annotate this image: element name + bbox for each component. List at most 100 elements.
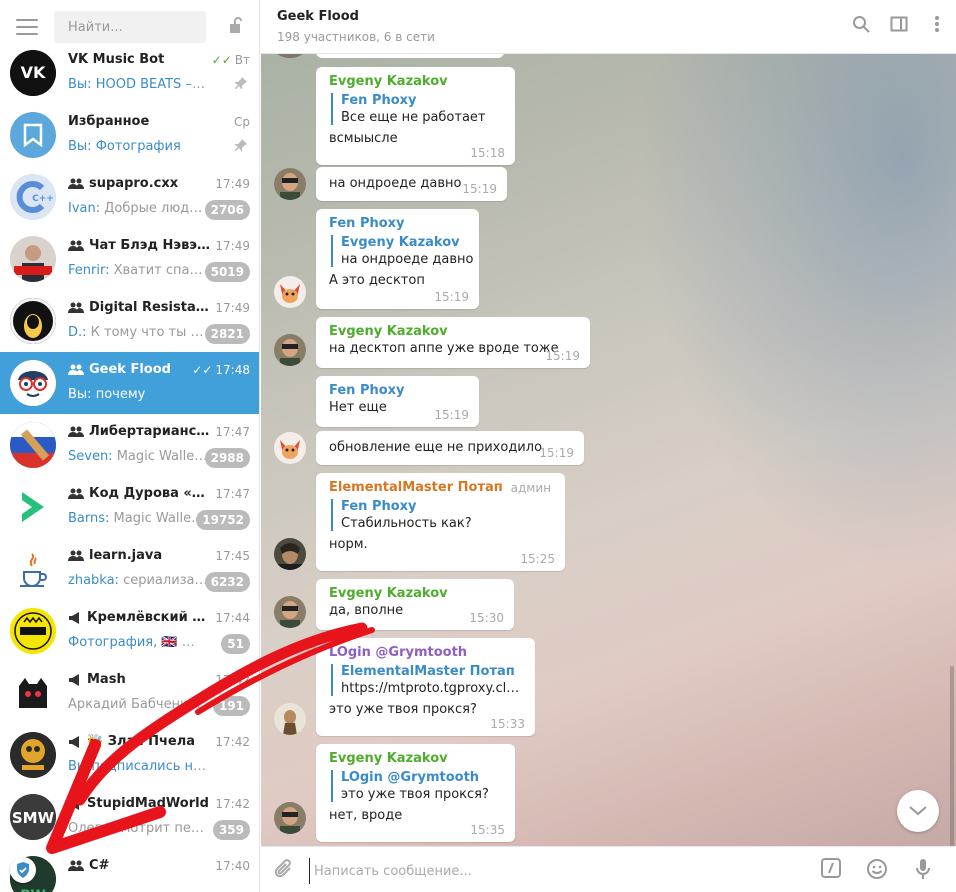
chat-item-digital-resistance[interactable]: Digital Resistance... 17:49 D.: К тому ч…	[0, 290, 259, 352]
message-text: это уже твоя прокся?	[329, 702, 477, 717]
chat-item-zlaya-pchela[interactable]: 🐝 Злая Пчела 17:42 Вы подписались на кан…	[0, 724, 259, 786]
chat-preview: Ivan: Добрые люди, ...	[68, 201, 208, 216]
message-sender[interactable]: Evgeny Kazakov	[329, 751, 503, 766]
chat-preview: Fenrir: Хватит спами...	[68, 263, 208, 278]
unread-badge: 5019	[204, 262, 250, 282]
avatar	[10, 732, 56, 778]
unread-badge: 191	[212, 696, 250, 716]
more-options-icon[interactable]	[918, 15, 956, 33]
message-bubble[interactable]: Fen Phoxy Нет еще 15:19	[316, 376, 479, 427]
message-text: обновление еще не приходило	[329, 440, 543, 455]
reply-author: Fen Phoxy	[341, 499, 417, 514]
avatar	[10, 298, 56, 344]
microphone-icon[interactable]	[900, 858, 946, 880]
chat-item-geek-flood[interactable]: Geek Flood ✓✓ 17:48 Вы: почему	[0, 352, 259, 414]
chat-item-kremlin[interactable]: Кремлёвский ма... 17:44 Фотография, 🇬🇧 🖼…	[0, 600, 259, 662]
chat-item-stupidmadworld[interactable]: SMW StupidMadWorld 17:42 Олега смотрит п…	[0, 786, 259, 848]
message-bubble[interactable]: Fen Phoxy Evgeny Kazakov на ондроеде дав…	[316, 209, 479, 309]
chat-item-saved-messages[interactable]: Избранное Ср Вы: Фотография	[0, 104, 259, 166]
sender-avatar[interactable]	[274, 168, 306, 200]
message-bubble[interactable]: Evgeny Kazakov на десктоп аппе уже вроде…	[316, 317, 590, 368]
sender-avatar[interactable]	[274, 596, 306, 628]
chat-preview: Вы: HOOD BEATS – ухо...	[68, 77, 208, 92]
message-sender[interactable]: Evgeny Kazakov	[329, 324, 578, 339]
megaphone-icon	[68, 735, 82, 748]
svg-text:SMW: SMW	[12, 809, 55, 827]
chat-name: VK Music Bot	[68, 52, 165, 67]
message-sender[interactable]: Evgeny Kazakov	[329, 74, 503, 89]
message-bubble[interactable]: ElementalMaster Потап админ Fen Phoxy Ст…	[316, 473, 565, 571]
message-sender[interactable]: Fen Phoxy	[329, 383, 467, 398]
chat-item-learn-java[interactable]: learn.java 17:45 zhabka: сериализац... 6…	[0, 538, 259, 600]
unread-badge: 19752	[196, 510, 250, 530]
proxy-shield-icon[interactable]	[10, 857, 36, 883]
chat-preview: Аркадий Бабченко ...	[68, 697, 208, 712]
chat-list-sidebar: VK VK Music Bot ✓✓Вт Вы: HOOD BEATS – ух…	[0, 0, 260, 892]
reply-quote[interactable]: Evgeny Kazakov на ондроеде давно	[331, 235, 473, 267]
chat-item-kod-durova[interactable]: Код Дурова «Чат» 17:47 Barns: Magic Wall…	[0, 476, 259, 538]
chat-time: 17:45	[215, 549, 250, 563]
emoji-icon[interactable]	[854, 858, 900, 880]
message-bubble[interactable]: Evgeny Kazakov да, вполне 15:30	[316, 579, 514, 630]
message-text: на десктоп аппе уже вроде тоже	[329, 341, 559, 356]
chat-time: ✓✓ Вт	[211, 53, 250, 67]
chat-time: 17:42	[215, 735, 250, 749]
message-sender[interactable]: Fen Phoxy	[329, 216, 467, 231]
sender-avatar[interactable]	[274, 802, 306, 834]
scrollbar-thumb[interactable]	[950, 666, 954, 846]
message-time: 15:19	[434, 290, 469, 304]
message-sender[interactable]: LOgin @Grymtooth	[329, 645, 523, 660]
message-sender[interactable]: Evgeny Kazakov	[329, 586, 502, 601]
chat-preview: Barns: Magic Wallet ...	[68, 511, 208, 526]
message-input[interactable]	[309, 858, 809, 884]
avatar	[10, 360, 56, 406]
sidebar-toggle-icon[interactable]	[880, 15, 918, 33]
chat-item-libertarian[interactable]: Либертарианск... 17:47 Seven: Magic Wall…	[0, 414, 259, 476]
chat-preview: Вы: Фотография	[68, 139, 181, 154]
sender-avatar[interactable]	[274, 276, 306, 308]
unread-badge: 51	[221, 634, 250, 654]
bot-commands-icon[interactable]	[808, 858, 854, 880]
bookmark-icon	[23, 123, 43, 147]
message-bubble[interactable]: LOgin @Grymtooth ElementalMaster Потап h…	[316, 638, 535, 736]
sender-avatar[interactable]	[274, 538, 306, 570]
message-time: 15:30	[469, 611, 504, 625]
sender-avatar[interactable]	[274, 334, 306, 366]
chat-header: Geek Flood 198 участников, 6 в сети	[261, 0, 956, 54]
attach-icon[interactable]	[273, 858, 295, 884]
scroll-to-bottom-button[interactable]	[897, 790, 939, 832]
hamburger-menu-icon[interactable]	[16, 19, 38, 35]
group-icon	[68, 488, 84, 500]
chat-preview: Олега смотрит перв...	[68, 821, 208, 836]
chat-item-vk-music-bot[interactable]: VK VK Music Bot ✓✓Вт Вы: HOOD BEATS – ух…	[0, 42, 259, 104]
message-bubble[interactable]: Evgeny Kazakov LOgin @Grymtooth это уже …	[316, 744, 515, 842]
messages-area[interactable]: Evgeny Kazakov Fen Phoxy Все еще не рабо…	[261, 54, 956, 846]
message-bubble[interactable]: на ондроеде давно 15:19	[316, 167, 507, 201]
reply-quote[interactable]: LOgin @Grymtooth это уже твоя прокся?	[331, 770, 503, 802]
reply-quote[interactable]: Fen Phoxy Все еще не работает	[331, 93, 503, 125]
unread-badge: 2706	[204, 200, 250, 220]
chat-item-blad-navalny[interactable]: Чат Блэд Нэвэль... 17:49 Fenrir: Хватит …	[0, 228, 259, 290]
reply-quote[interactable]: Fen Phoxy Стабильность как?	[331, 499, 553, 531]
search-input[interactable]	[54, 11, 206, 43]
message-time: 15:18	[470, 146, 505, 160]
search-icon[interactable]	[842, 15, 880, 33]
chat-time: 17:44	[215, 611, 250, 625]
chat-item-csharp[interactable]: PW C# 17:40	[0, 848, 259, 892]
pin-icon	[234, 76, 248, 94]
unread-badge: 6232	[204, 572, 250, 592]
reply-text: это уже твоя прокся?	[341, 787, 489, 802]
message-bubble[interactable]: обновление еще не приходило 15:19	[316, 431, 584, 465]
avatar: C++	[10, 174, 56, 220]
message-time: 15:19	[462, 182, 497, 196]
lock-icon[interactable]	[226, 16, 244, 38]
sender-avatar[interactable]	[274, 703, 306, 735]
reply-quote[interactable]: ElementalMaster Потап https://mtproto.tg…	[331, 664, 525, 696]
chat-name: Избранное	[68, 114, 150, 129]
sender-avatar[interactable]	[274, 432, 306, 464]
chat-item-mash[interactable]: Mash 17:42 Аркадий Бабченко ... 191	[0, 662, 259, 724]
chat-main-panel: Geek Flood 198 участников, 6 в сети Evge…	[261, 0, 956, 892]
chat-item-supapro[interactable]: C++ supapro.cxx 17:49 Ivan: Добрые люди,…	[0, 166, 259, 228]
message-bubble[interactable]: Evgeny Kazakov Fen Phoxy Все еще не рабо…	[316, 67, 515, 165]
chat-title[interactable]: Geek Flood	[277, 9, 359, 24]
